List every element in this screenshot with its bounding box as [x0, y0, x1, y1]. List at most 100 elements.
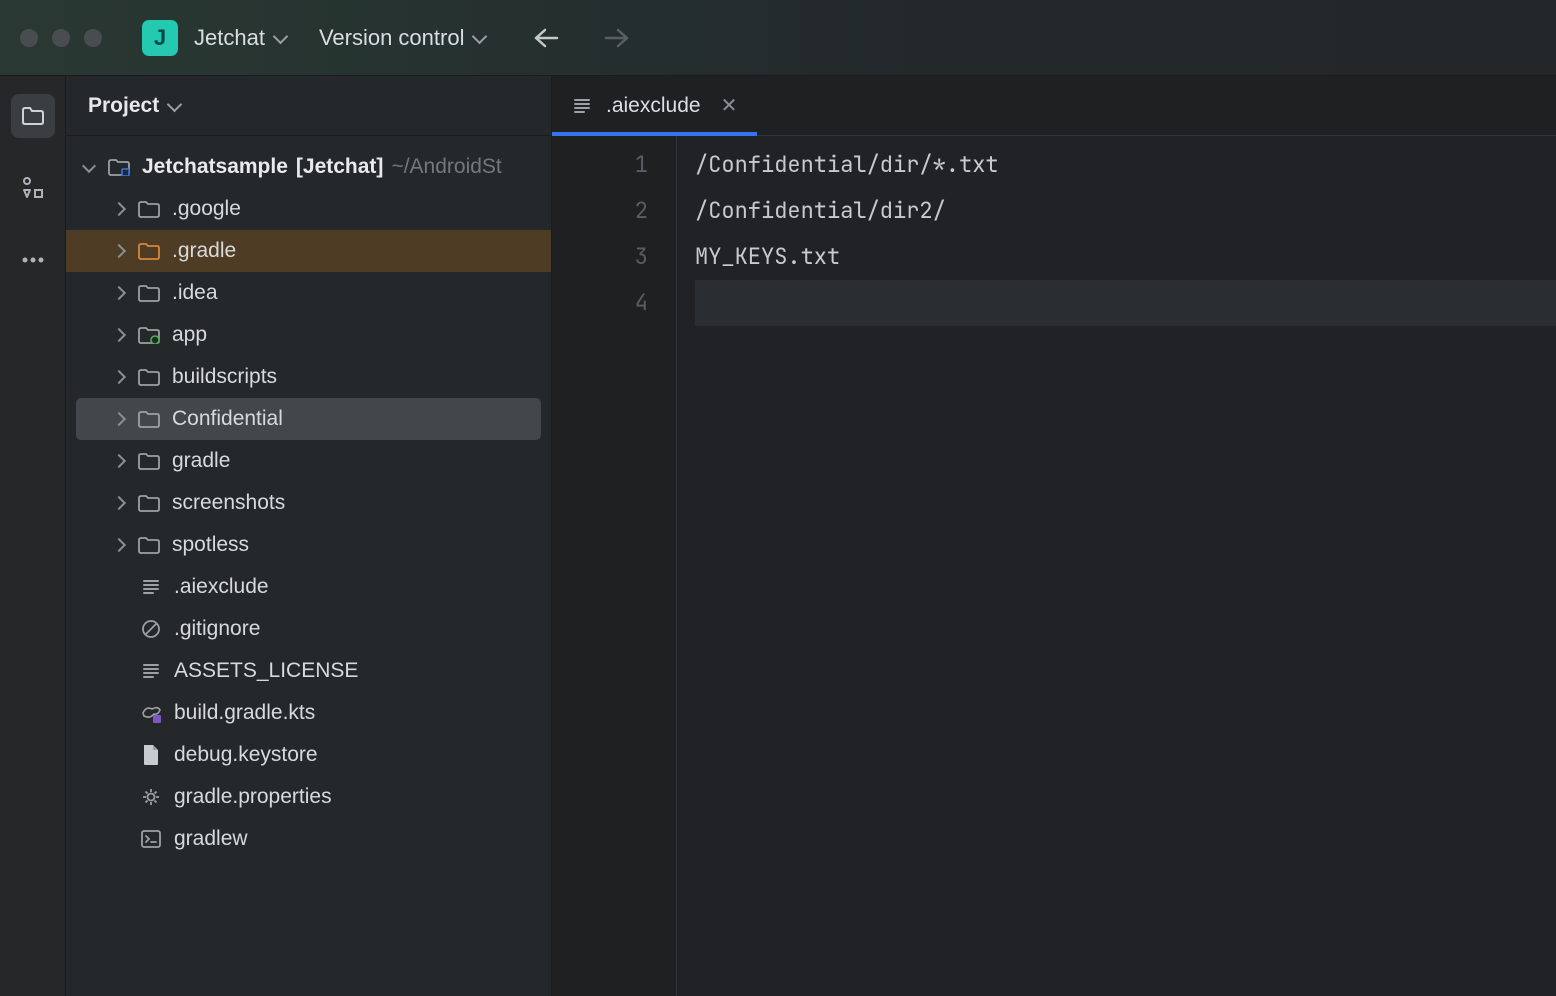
chevron-right-icon[interactable] [108, 288, 130, 298]
tree-root-path: ~/AndroidSt [391, 155, 501, 179]
more-tools-button[interactable] [11, 238, 55, 282]
tree-item-label: debug.keystore [174, 743, 318, 767]
close-window-button[interactable] [20, 29, 38, 47]
tree-root-name: Jetchatsample [142, 155, 288, 179]
tab-bar: .aiexclude ✕ [552, 76, 1556, 136]
module-icon [136, 326, 162, 344]
folder-icon [136, 494, 162, 512]
gitignore-icon [138, 619, 164, 639]
chevron-down-icon[interactable] [275, 31, 289, 45]
chevron-right-icon[interactable] [108, 246, 130, 256]
tree-item-assets-license[interactable]: ASSETS_LICENSE [66, 650, 551, 692]
chevron-right-icon[interactable] [108, 372, 130, 382]
left-tool-rail [0, 76, 66, 996]
tree-item-gitignore[interactable]: .gitignore [66, 608, 551, 650]
chevron-down-icon[interactable] [78, 164, 100, 171]
tree-item-label: spotless [172, 533, 249, 557]
tree-item-label: .gradle [172, 239, 236, 263]
folder-icon [136, 410, 162, 428]
tree-item-label: .google [172, 197, 241, 221]
app-icon: J [142, 20, 178, 56]
tree-item-label: gradlew [174, 827, 248, 851]
tree-item-aiexclude[interactable]: .aiexclude [66, 566, 551, 608]
chevron-down-icon[interactable] [169, 99, 183, 113]
folder-icon [136, 536, 162, 554]
tree-item-spotless[interactable]: spotless [66, 524, 551, 566]
project-tree[interactable]: Jetchatsample [Jetchat] ~/AndroidSt .goo… [66, 136, 551, 996]
tree-item-gradle-properties[interactable]: gradle.properties [66, 776, 551, 818]
tree-item-idea[interactable]: .idea [66, 272, 551, 314]
tree-item-label: app [172, 323, 207, 347]
tree-item-app[interactable]: app [66, 314, 551, 356]
module-icon [106, 158, 132, 176]
minimize-window-button[interactable] [52, 29, 70, 47]
tree-item-label: buildscripts [172, 365, 277, 389]
terminal-icon [138, 830, 164, 848]
line-number: 2 [552, 188, 648, 234]
tree-item-label: build.gradle.kts [174, 701, 315, 725]
tree-root[interactable]: Jetchatsample [Jetchat] ~/AndroidSt [66, 146, 551, 188]
code-line: MY_KEYS.txt [695, 234, 1556, 280]
tree-item-build-gradle-kts[interactable]: build.gradle.kts [66, 692, 551, 734]
code-content[interactable]: /Confidential/dir/*.txt /Confidential/di… [677, 136, 1556, 996]
panel-title: Project [88, 94, 159, 118]
tree-item-google[interactable]: .google [66, 188, 551, 230]
chevron-right-icon[interactable] [108, 540, 130, 550]
code-line [695, 280, 1556, 326]
tree-item-buildscripts[interactable]: buildscripts [66, 356, 551, 398]
code-line: /Confidential/dir/*.txt [695, 142, 1556, 188]
folder-icon [136, 368, 162, 386]
chevron-right-icon[interactable] [108, 414, 130, 424]
line-number: 3 [552, 234, 648, 280]
code-line: /Confidential/dir2/ [695, 188, 1556, 234]
vcs-menu[interactable]: Version control [319, 25, 465, 51]
tree-item-label: Confidential [172, 407, 283, 431]
editor-area: .aiexclude ✕ 1 2 3 4 /Confidential/dir/*… [552, 76, 1556, 996]
structure-tool-button[interactable] [11, 166, 55, 210]
text-file-icon [138, 577, 164, 597]
tree-item-gradlew[interactable]: gradlew [66, 818, 551, 860]
folder-icon [136, 200, 162, 218]
tree-item-label: .gitignore [174, 617, 260, 641]
tree-item-gradle-dir[interactable]: .gradle [66, 230, 551, 272]
text-file-icon [138, 661, 164, 681]
tree-item-label: ASSETS_LICENSE [174, 659, 358, 683]
folder-icon [136, 452, 162, 470]
titlebar: J Jetchat Version control [0, 0, 1556, 76]
fullscreen-window-button[interactable] [84, 29, 102, 47]
panel-header[interactable]: Project [66, 76, 551, 136]
chevron-down-icon[interactable] [474, 31, 488, 45]
tree-item-debug-keystore[interactable]: debug.keystore [66, 734, 551, 776]
tree-item-screenshots[interactable]: screenshots [66, 482, 551, 524]
tree-item-confidential[interactable]: Confidential [76, 398, 541, 440]
project-selector[interactable]: Jetchat [194, 25, 265, 51]
chevron-right-icon[interactable] [108, 498, 130, 508]
line-number: 1 [552, 142, 648, 188]
folder-icon [136, 284, 162, 302]
tree-item-label: .idea [172, 281, 218, 305]
window-controls [20, 29, 102, 47]
nav-forward-button[interactable] [604, 27, 630, 49]
tree-item-label: screenshots [172, 491, 285, 515]
chevron-right-icon[interactable] [108, 204, 130, 214]
project-tool-button[interactable] [11, 94, 55, 138]
line-gutter: 1 2 3 4 [552, 136, 677, 996]
editor-tab[interactable]: .aiexclude ✕ [552, 76, 757, 135]
gradle-kts-icon [138, 703, 164, 723]
line-number: 4 [552, 280, 648, 326]
tab-label: .aiexclude [606, 94, 701, 118]
tree-root-module: [Jetchat] [296, 155, 384, 179]
tree-item-label: gradle [172, 449, 230, 473]
close-tab-button[interactable]: ✕ [721, 93, 738, 118]
tree-item-label: .aiexclude [174, 575, 269, 599]
chevron-right-icon[interactable] [108, 456, 130, 466]
tree-item-label: gradle.properties [174, 785, 332, 809]
gear-icon [138, 787, 164, 807]
editor-body[interactable]: 1 2 3 4 /Confidential/dir/*.txt /Confide… [552, 136, 1556, 996]
chevron-right-icon[interactable] [108, 330, 130, 340]
folder-icon [136, 242, 162, 260]
project-panel: Project Jetchatsample [Jetchat] ~/Androi… [66, 76, 552, 996]
text-file-icon [572, 96, 592, 116]
nav-back-button[interactable] [533, 27, 559, 49]
tree-item-gradle-folder[interactable]: gradle [66, 440, 551, 482]
